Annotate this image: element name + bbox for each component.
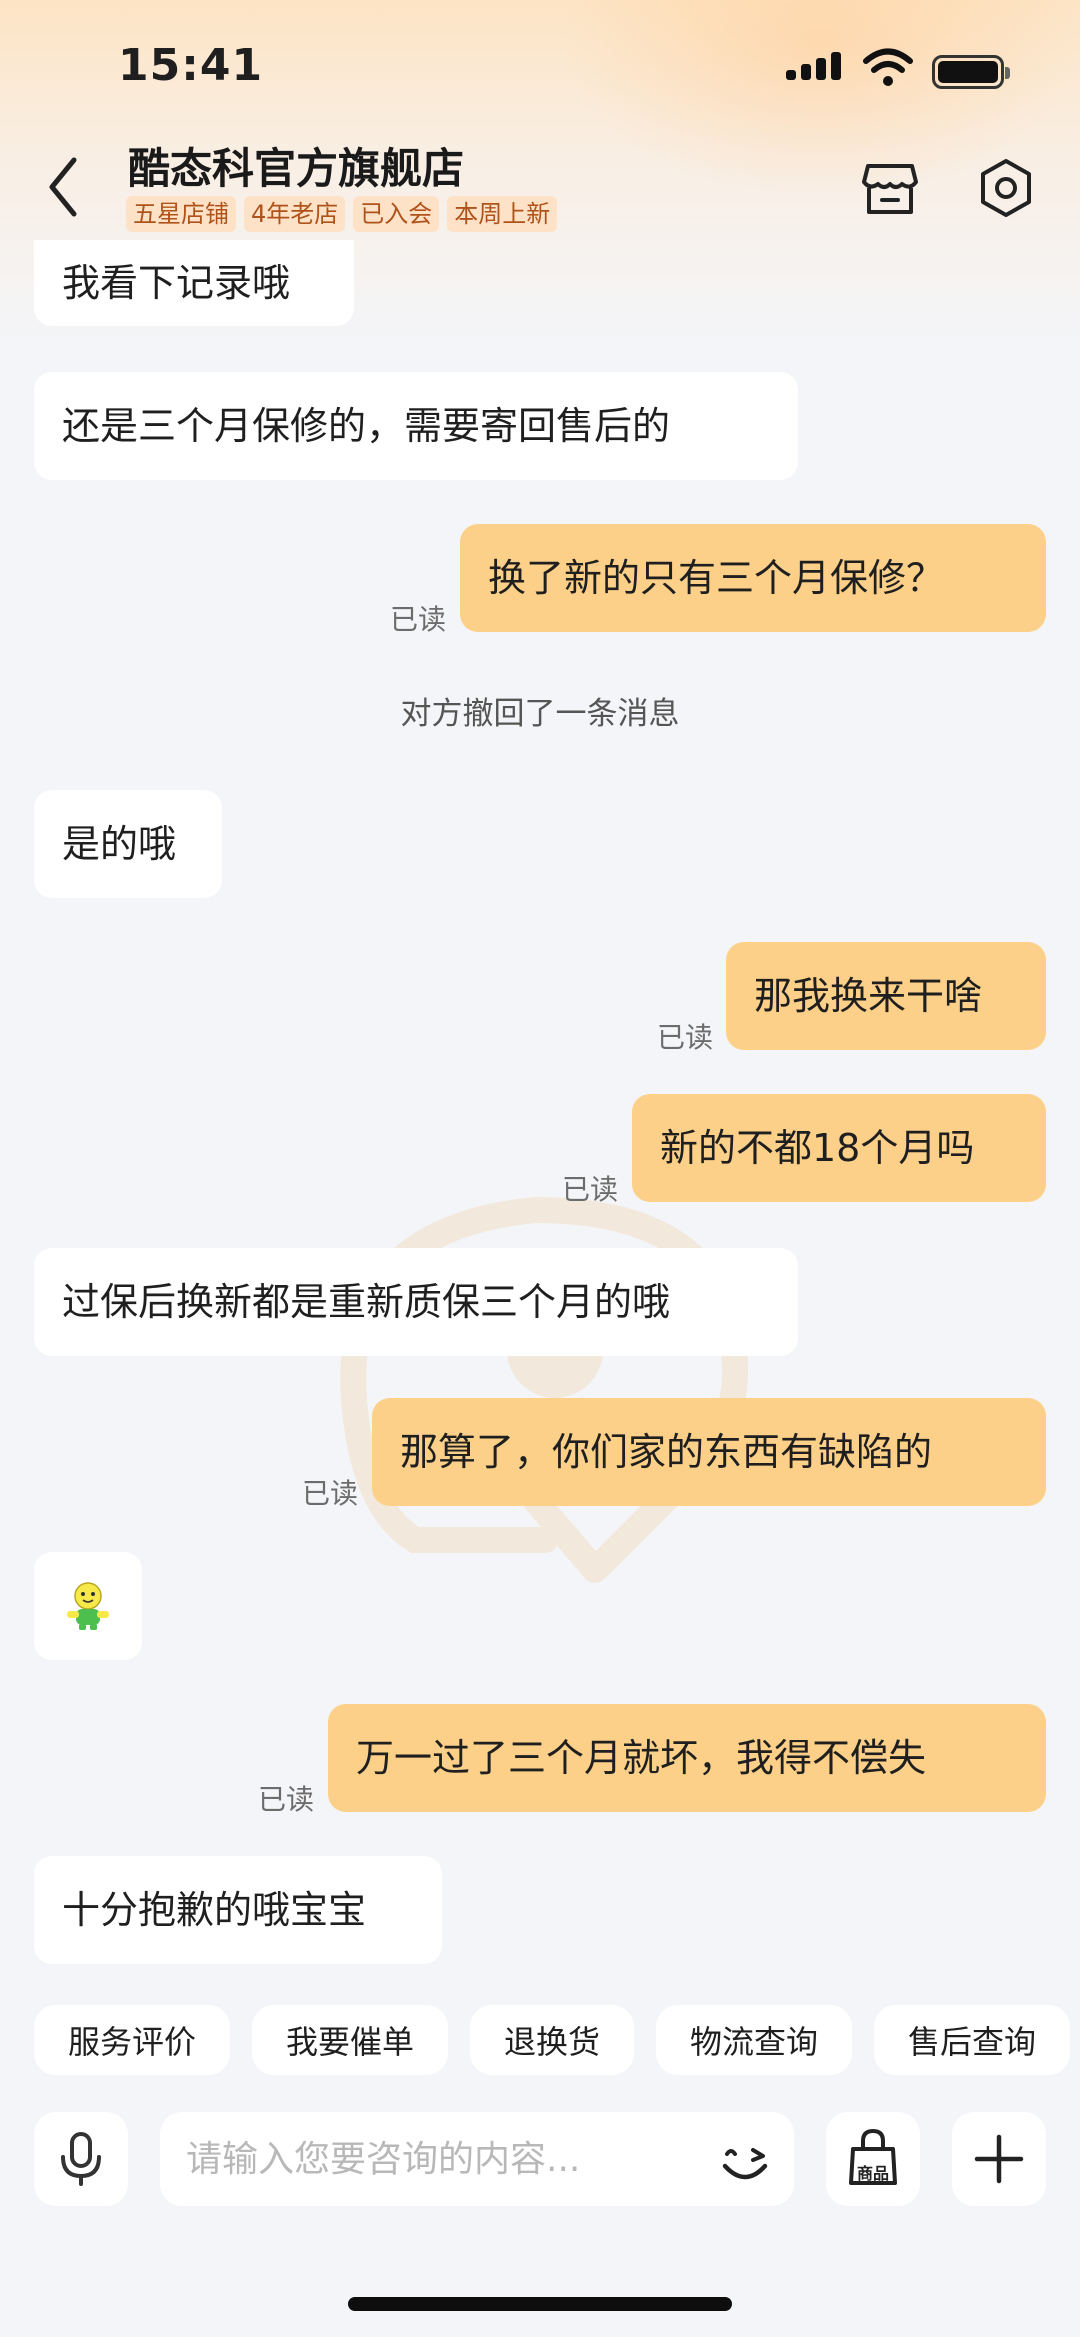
message-text: 那算了，你们家的东西有缺陷的	[400, 1430, 933, 1474]
message-bubble-right[interactable]: 那算了，你们家的东西有缺陷的	[372, 1398, 1046, 1506]
smiley-doll-sticker-icon	[67, 1582, 109, 1630]
shop-tag: 已入会	[353, 196, 440, 232]
message-bubble-right[interactable]: 新的不都18个月吗	[632, 1094, 1046, 1202]
shop-tags: 五星店铺 4年老店 已入会 本周上新	[126, 196, 558, 232]
message-input[interactable]	[186, 2132, 686, 2186]
more-options-button[interactable]	[952, 2112, 1046, 2206]
message-bubble-left[interactable]: 还是三个月保修的，需要寄回售后的	[34, 372, 798, 480]
goods-button[interactable]: 商品	[826, 2112, 920, 2206]
shop-tag: 4年老店	[244, 196, 346, 232]
wifi-icon	[863, 48, 913, 86]
message-text: 我看下记录哦	[62, 261, 291, 305]
battery-icon	[932, 55, 1010, 89]
chat-watermark-icon	[340, 1197, 748, 1583]
status-time: 15:41	[118, 40, 264, 91]
recall-notice: 对方撤回了一条消息	[400, 696, 680, 732]
message-bubble-right[interactable]: 万一过了三个月就坏，我得不偿失	[328, 1704, 1046, 1812]
message-text: 换了新的只有三个月保修？	[488, 556, 945, 600]
cellular-signal-icon	[786, 52, 844, 88]
message-bubble-left[interactable]	[34, 1552, 142, 1660]
plus-icon	[974, 2134, 1024, 2184]
message-bubble-left[interactable]: 我看下记录哦	[34, 240, 354, 326]
home-indicator	[348, 2297, 732, 2311]
read-status: 已读	[390, 603, 447, 636]
message-bubble-left[interactable]: 是的哦	[34, 790, 222, 898]
emoji-button[interactable]	[715, 2130, 775, 2190]
goods-button-label: 商品	[857, 2164, 889, 2183]
message-text: 那我换来干啥	[754, 974, 983, 1018]
store-icon[interactable]	[858, 156, 922, 220]
message-input-container	[160, 2112, 794, 2206]
shopping-bag-icon: 商品	[849, 2128, 897, 2185]
message-bubble-left[interactable]: 过保后换新都是重新质保三个月的哦	[34, 1248, 798, 1356]
read-status: 已读	[562, 1173, 619, 1206]
read-status: 已读	[302, 1477, 359, 1510]
message-text: 万一过了三个月就坏，我得不偿失	[356, 1736, 927, 1780]
quick-action-after-sales[interactable]: 售后查询	[874, 2005, 1070, 2075]
settings-icon[interactable]	[974, 156, 1038, 220]
shop-tag: 本周上新	[447, 196, 558, 232]
read-status: 已读	[258, 1783, 315, 1816]
voice-input-button[interactable]	[34, 2112, 128, 2206]
microphone-icon	[61, 2132, 101, 2186]
shop-name[interactable]: 酷态科官方旗舰店	[128, 135, 464, 196]
back-button[interactable]	[40, 152, 86, 222]
message-bubble-right[interactable]: 那我换来干啥	[726, 942, 1046, 1050]
message-text: 新的不都18个月吗	[660, 1126, 975, 1170]
message-bubble-right[interactable]: 换了新的只有三个月保修？	[460, 524, 1046, 632]
message-text: 是的哦	[62, 822, 177, 866]
read-status: 已读	[657, 1021, 714, 1054]
quick-action-logistics[interactable]: 物流查询	[656, 2005, 852, 2075]
message-text: 还是三个月保修的，需要寄回售后的	[62, 404, 671, 448]
quick-action-return-exchange[interactable]: 退换货	[470, 2005, 634, 2075]
message-text: 过保后换新都是重新质保三个月的哦	[62, 1280, 671, 1324]
shop-tag: 五星店铺	[126, 196, 236, 232]
message-bubble-left[interactable]: 十分抱歉的哦宝宝	[34, 1856, 442, 1964]
quick-action-service-review[interactable]: 服务评价	[34, 2005, 230, 2075]
message-text: 十分抱歉的哦宝宝	[62, 1888, 367, 1932]
quick-action-urge-order[interactable]: 我要催单	[252, 2005, 448, 2075]
